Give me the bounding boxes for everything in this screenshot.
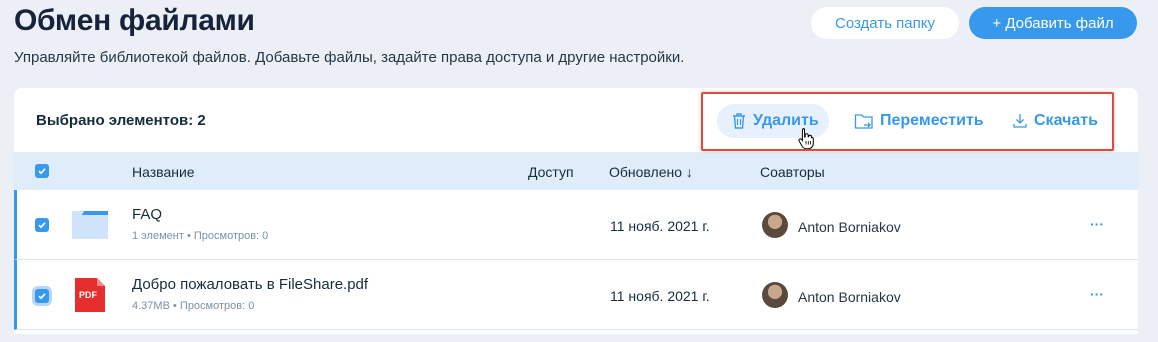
trash-icon — [733, 113, 745, 129]
page-title: Обмен файлами — [14, 4, 255, 37]
download-label: Скачать — [1034, 112, 1098, 129]
column-access[interactable]: Доступ — [528, 164, 574, 180]
row-date: 11 нояб. 2021 г. — [610, 218, 710, 234]
files-card: Выбрано элементов: 2 Удалить Переместить… — [14, 88, 1138, 334]
more-actions-button[interactable]: ··· — [1090, 286, 1104, 302]
move-button[interactable]: Переместить — [854, 104, 984, 138]
row-title[interactable]: FAQ — [132, 206, 162, 223]
column-updated[interactable]: Обновлено ↓ — [609, 164, 693, 180]
add-file-button[interactable]: + Добавить файл — [969, 7, 1137, 39]
row-meta-size: 4.37MB — [132, 300, 170, 312]
row-date: 11 нояб. 2021 г. — [610, 288, 710, 304]
download-button[interactable]: Скачать — [1012, 104, 1098, 138]
create-folder-button[interactable]: Создать папку — [811, 7, 959, 39]
row-meta-views: Просмотров: 0 — [179, 300, 255, 312]
selection-bar: Выбрано элементов: 2 Удалить Переместить… — [14, 88, 1138, 152]
avatar — [762, 282, 788, 308]
row-checkbox[interactable] — [35, 289, 49, 303]
column-name[interactable]: Название — [132, 164, 195, 180]
folder-icon — [72, 211, 108, 239]
avatar — [762, 212, 788, 238]
meta-separator: • — [172, 300, 180, 312]
row-meta-views: Просмотров: 0 — [193, 230, 269, 242]
checkmark-icon — [38, 293, 46, 300]
table-row[interactable]: PDF Добро пожаловать в FileShare.pdf 4.3… — [14, 260, 1138, 330]
create-folder-label: Создать папку — [835, 14, 935, 32]
checkmark-icon — [38, 168, 46, 175]
pdf-file-icon: PDF — [75, 278, 105, 312]
move-folder-icon — [854, 114, 873, 129]
row-meta-count: 1 элемент — [132, 230, 184, 242]
row-meta: 4.37MB • Просмотров: 0 — [132, 300, 254, 312]
checkmark-icon — [38, 222, 46, 229]
row-checkbox[interactable] — [35, 218, 49, 232]
move-label: Переместить — [880, 112, 984, 129]
download-icon — [1013, 114, 1027, 128]
selected-count: Выбрано элементов: 2 — [36, 112, 206, 129]
table-header: Название Доступ Обновлено ↓ Соавторы — [14, 152, 1138, 190]
column-coauthors[interactable]: Соавторы — [760, 164, 825, 180]
meta-separator: • — [186, 230, 194, 242]
select-all-checkbox[interactable] — [35, 164, 49, 178]
table-row[interactable]: FAQ 1 элемент • Просмотров: 0 11 нояб. 2… — [14, 190, 1138, 260]
page-subtitle: Управляйте библиотекой файлов. Добавьте … — [14, 49, 685, 66]
add-file-label: + Добавить файл — [992, 14, 1114, 32]
row-title[interactable]: Добро пожаловать в FileShare.pdf — [132, 276, 368, 293]
delete-button[interactable]: Удалить — [717, 104, 829, 138]
row-author: Anton Borniakov — [798, 219, 901, 235]
more-actions-button[interactable]: ··· — [1090, 216, 1104, 232]
row-meta: 1 элемент • Просмотров: 0 — [132, 230, 268, 242]
row-author: Anton Borniakov — [798, 289, 901, 305]
pdf-badge: PDF — [79, 290, 97, 300]
delete-label: Удалить — [753, 112, 819, 129]
